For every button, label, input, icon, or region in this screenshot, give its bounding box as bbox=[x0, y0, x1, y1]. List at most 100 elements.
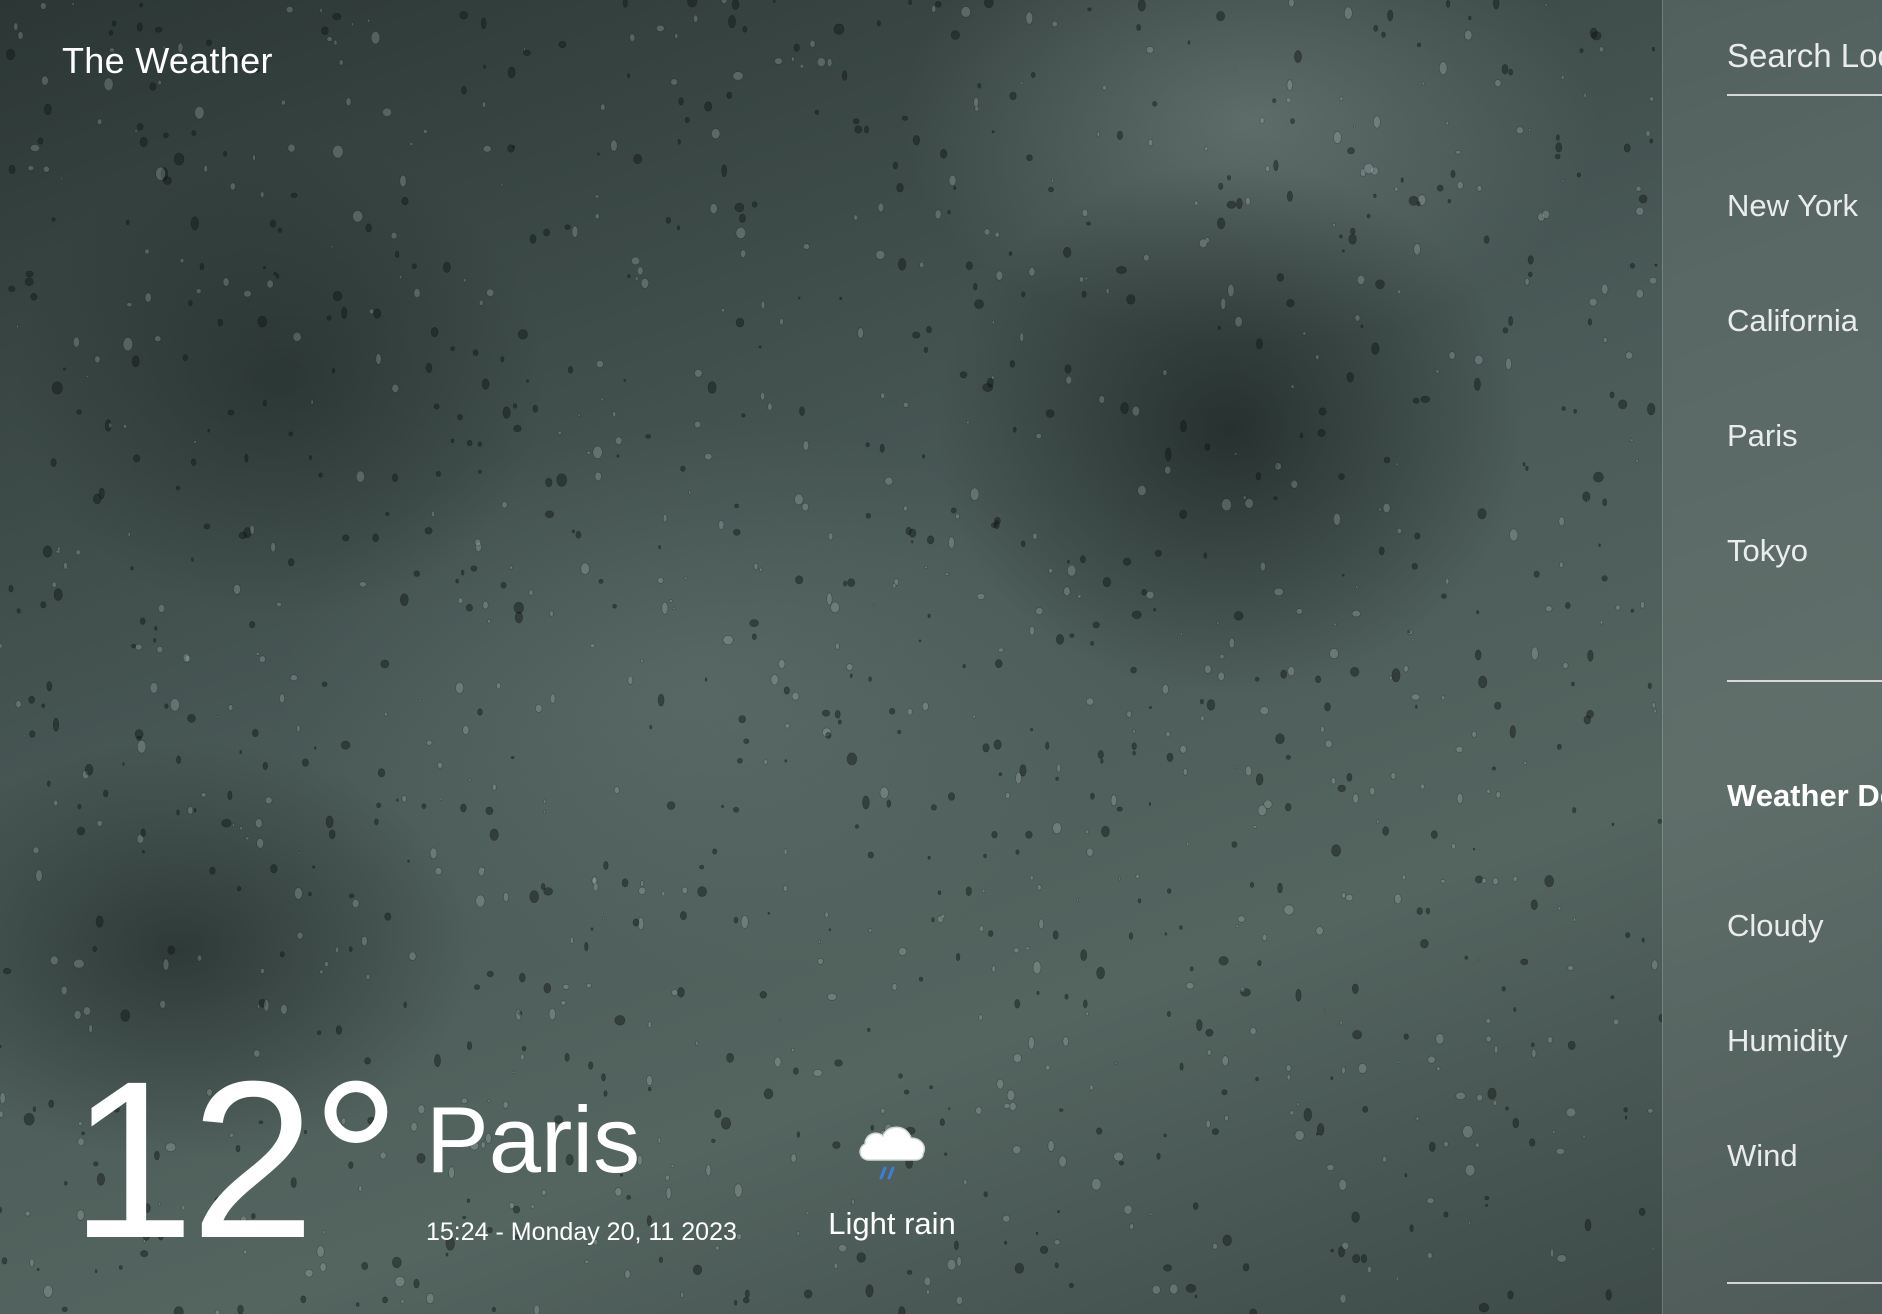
raindrop bbox=[1056, 634, 1065, 645]
raindrop bbox=[1226, 200, 1237, 209]
raindrop bbox=[827, 993, 837, 1001]
raindrop bbox=[377, 768, 386, 778]
raindrop bbox=[24, 277, 34, 287]
raindrop bbox=[1052, 930, 1059, 940]
raindrop bbox=[1166, 1010, 1171, 1017]
weather-details-title: Weather Details bbox=[1727, 778, 1882, 813]
raindrop bbox=[281, 99, 286, 106]
raindrop bbox=[929, 1085, 934, 1090]
raindrop bbox=[1509, 725, 1516, 739]
raindrop bbox=[1381, 31, 1386, 38]
raindrop bbox=[1487, 1087, 1497, 1100]
raindrop bbox=[580, 562, 590, 575]
raindrop bbox=[1217, 325, 1221, 330]
raindrop bbox=[294, 887, 303, 900]
raindrop bbox=[1286, 79, 1293, 91]
raindrop bbox=[892, 583, 897, 589]
raindrop bbox=[403, 1001, 407, 1009]
raindrop bbox=[1110, 794, 1117, 807]
raindrop bbox=[1092, 621, 1100, 629]
raindrop bbox=[134, 729, 144, 739]
raindrop bbox=[182, 653, 190, 663]
raindrop bbox=[720, 0, 728, 4]
raindrop bbox=[523, 49, 531, 57]
raindrop bbox=[1441, 695, 1446, 701]
raindrop bbox=[276, 601, 282, 607]
raindrop bbox=[833, 1262, 839, 1269]
raindrop bbox=[298, 851, 301, 855]
raindrop bbox=[1653, 709, 1657, 714]
raindrop bbox=[1085, 829, 1089, 834]
city-item-paris[interactable]: Paris bbox=[1727, 418, 1858, 533]
raindrop bbox=[960, 6, 971, 18]
raindrop bbox=[594, 194, 600, 199]
raindrop bbox=[1221, 498, 1232, 512]
raindrop bbox=[733, 528, 741, 536]
raindrop bbox=[191, 557, 194, 562]
raindrop bbox=[591, 876, 598, 885]
raindrop bbox=[1464, 955, 1469, 960]
raindrop bbox=[948, 174, 957, 187]
raindrop bbox=[1295, 608, 1303, 615]
raindrop bbox=[586, 982, 592, 989]
raindrop bbox=[1204, 237, 1210, 244]
raindrop bbox=[1598, 543, 1601, 548]
raindrop bbox=[260, 968, 265, 974]
raindrop bbox=[209, 866, 216, 875]
raindrop bbox=[934, 1, 942, 8]
city-item-new-york[interactable]: New York bbox=[1727, 188, 1858, 303]
raindrop bbox=[1189, 966, 1194, 972]
raindrop bbox=[239, 826, 243, 831]
raindrop bbox=[1420, 938, 1429, 949]
raindrop bbox=[348, 946, 353, 952]
raindrop bbox=[434, 1054, 441, 1068]
raindrop bbox=[0, 1045, 2, 1048]
raindrop bbox=[694, 369, 703, 378]
raindrop bbox=[0, 1110, 4, 1118]
raindrop bbox=[1122, 557, 1132, 566]
raindrop bbox=[40, 2, 47, 10]
raindrop bbox=[139, 2, 144, 8]
raindrop bbox=[662, 513, 668, 523]
search-input[interactable] bbox=[1727, 36, 1882, 76]
raindrop bbox=[173, 1306, 184, 1314]
raindrop bbox=[677, 139, 681, 145]
raindrop bbox=[793, 43, 800, 52]
raindrop bbox=[430, 327, 439, 338]
raindrop bbox=[486, 288, 495, 297]
raindrop bbox=[1640, 601, 1645, 609]
raindrop bbox=[1429, 1141, 1436, 1152]
raindrop bbox=[828, 928, 832, 932]
raindrop bbox=[796, 1230, 800, 1237]
raindrop bbox=[1531, 1048, 1537, 1058]
raindrop bbox=[614, 1015, 626, 1026]
raindrop bbox=[1401, 874, 1406, 881]
raindrop bbox=[1257, 960, 1262, 967]
city-item-tokyo[interactable]: Tokyo bbox=[1727, 533, 1858, 648]
raindrop bbox=[1273, 496, 1278, 501]
city-item-california[interactable]: California bbox=[1727, 303, 1858, 418]
raindrop bbox=[897, 729, 902, 735]
raindrop bbox=[1602, 498, 1608, 507]
raindrop bbox=[704, 101, 713, 112]
raindrop bbox=[637, 916, 645, 931]
raindrop bbox=[1116, 130, 1123, 140]
raindrop bbox=[616, 454, 620, 458]
raindrop bbox=[983, 853, 987, 859]
raindrop bbox=[977, 83, 982, 89]
raindrop bbox=[1330, 777, 1336, 785]
raindrop bbox=[738, 715, 747, 724]
raindrop bbox=[127, 531, 131, 538]
raindrop bbox=[503, 891, 509, 902]
raindrop bbox=[1089, 1084, 1094, 1091]
raindrop bbox=[258, 998, 267, 1008]
raindrop bbox=[288, 558, 295, 567]
raindrop bbox=[1501, 64, 1509, 75]
raindrop bbox=[1373, 24, 1379, 32]
raindrop bbox=[1411, 637, 1415, 642]
raindrop bbox=[892, 161, 899, 170]
raindrop bbox=[584, 1259, 590, 1264]
raindrop bbox=[734, 202, 745, 213]
raindrop bbox=[1605, 1289, 1612, 1301]
raindrop bbox=[266, 279, 274, 289]
